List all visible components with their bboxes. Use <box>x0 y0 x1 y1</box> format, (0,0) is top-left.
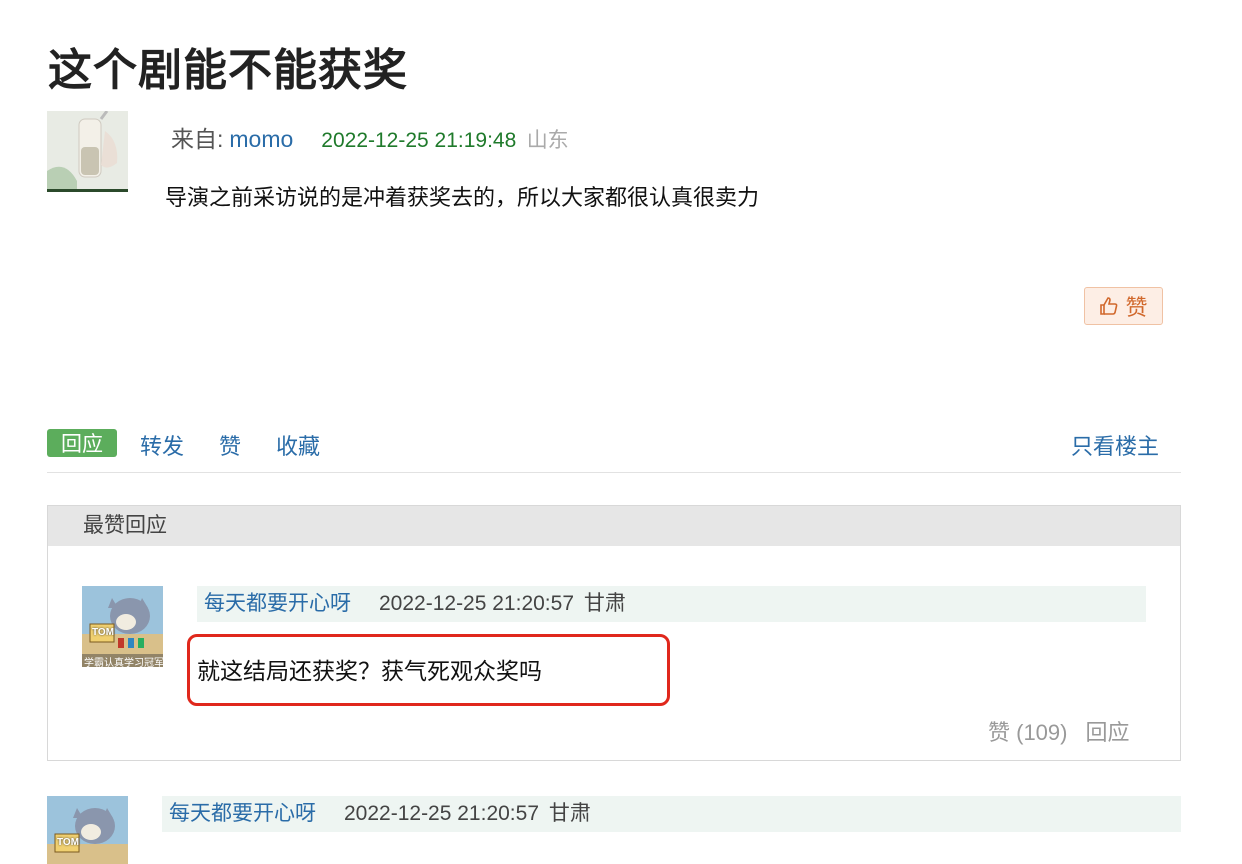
collect-link[interactable]: 收藏 <box>276 429 320 461</box>
reply-location: 甘肃 <box>548 802 591 825</box>
reply-avatar[interactable]: TOM <box>47 796 128 864</box>
reply-avatar-badge-text: TOM <box>57 837 80 848</box>
best-reply-content: 就这结局还获奖？获气死观众奖吗 <box>197 658 542 684</box>
reply-button[interactable]: 回应 <box>47 429 117 457</box>
like-link[interactable]: 赞 <box>219 429 241 461</box>
reply-meta: 每天都要开心呀 2022-12-25 21:20:57 甘肃 <box>162 796 1181 832</box>
avatar-caption: 学霸认真学习冠军 <box>84 658 163 667</box>
like-button-label: 赞 <box>1125 295 1148 320</box>
from-label: 来自: <box>171 126 224 152</box>
post-timestamp: 2022-12-25 21:19:48 <box>321 129 517 152</box>
best-reply-avatar[interactable]: TOM 学霸认真学习冠军 <box>82 586 163 667</box>
post-content: 导演之前采访说的是冲着获奖去的，所以大家都很认真很卖力 <box>165 185 760 210</box>
post-meta: 来自: momo 2022-12-25 21:19:48 山东 <box>171 120 569 154</box>
post-like-button[interactable]: 赞 <box>1084 287 1163 325</box>
reply-timestamp: 2022-12-25 21:20:57 <box>344 802 539 825</box>
best-reply-location: 甘肃 <box>583 592 626 615</box>
reply-user-link[interactable]: 每天都要开心呀 <box>169 802 316 825</box>
author-link[interactable]: momo <box>229 126 293 152</box>
best-reply-like-link[interactable]: 赞 (109) <box>988 720 1067 745</box>
post-title: 这个剧能不能获奖 <box>48 46 408 95</box>
only-op-link[interactable]: 只看楼主 <box>1071 429 1159 461</box>
thumbs-up-icon <box>1099 296 1119 316</box>
best-reply-actions: 赞 (109) 回应 <box>988 715 1130 747</box>
repost-link[interactable]: 转发 <box>140 429 184 461</box>
post-location: 山东 <box>526 129 569 152</box>
best-reply-meta: 每天都要开心呀 2022-12-25 21:20:57 甘肃 <box>197 586 1146 622</box>
post-action-bar: 回应 转发 赞 收藏 只看楼主 <box>47 426 1181 473</box>
author-avatar[interactable] <box>47 111 128 192</box>
best-reply-user-link[interactable]: 每天都要开心呀 <box>204 592 351 615</box>
best-replies-header: 最赞回应 <box>48 506 1180 546</box>
best-reply-reply-link[interactable]: 回应 <box>1085 720 1129 745</box>
best-reply-timestamp: 2022-12-25 21:20:57 <box>379 592 574 615</box>
avatar-badge-text: TOM <box>92 627 115 638</box>
